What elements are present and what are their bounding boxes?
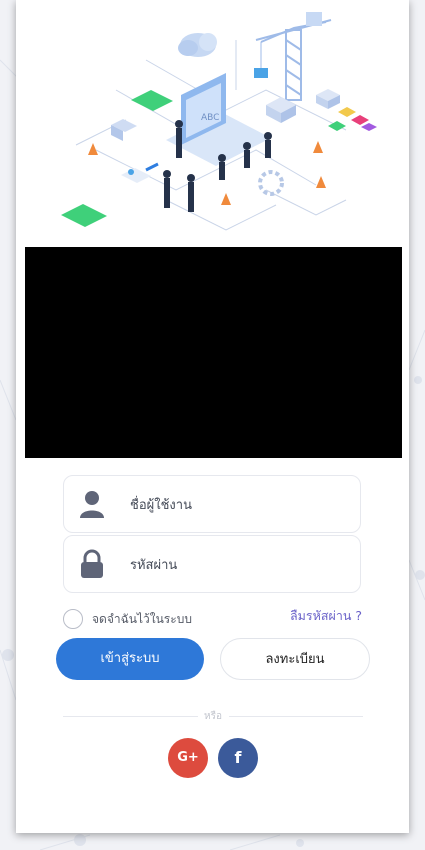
remember-checkbox[interactable]	[63, 609, 83, 629]
username-input[interactable]	[128, 490, 352, 520]
google-plus-button[interactable]: G+	[168, 738, 208, 778]
facebook-button[interactable]: f	[218, 738, 258, 778]
facebook-icon: f	[234, 748, 242, 767]
register-button[interactable]: ลงทะเบียน	[220, 638, 370, 680]
password-input[interactable]	[128, 550, 352, 580]
user-icon	[80, 491, 104, 518]
svg-text:ABC: ABC	[201, 113, 219, 123]
cloud-icon	[178, 33, 217, 57]
lock-icon	[81, 549, 103, 578]
google-plus-icon: G+	[177, 750, 199, 765]
remember-label: จดจำฉันไว้ในระบบ	[92, 611, 192, 626]
login-button[interactable]: เข้าสู่ระบบ	[56, 638, 204, 680]
username-field	[63, 475, 361, 533]
remember-me[interactable]: จดจำฉันไว้ในระบบ	[63, 607, 192, 631]
forgot-password-link[interactable]: ลืมรหัสผ่าน ?	[290, 607, 362, 625]
login-card: ABC ชื่อผู้ใช้งาน จดจำฉันไว้ในระบบ ลืมรห…	[16, 0, 409, 833]
or-divider: หรือ	[63, 709, 363, 723]
hero-illustration: ABC	[61, 12, 377, 231]
video-player[interactable]	[25, 247, 402, 458]
password-field	[63, 535, 361, 593]
or-label: หรือ	[204, 711, 222, 722]
